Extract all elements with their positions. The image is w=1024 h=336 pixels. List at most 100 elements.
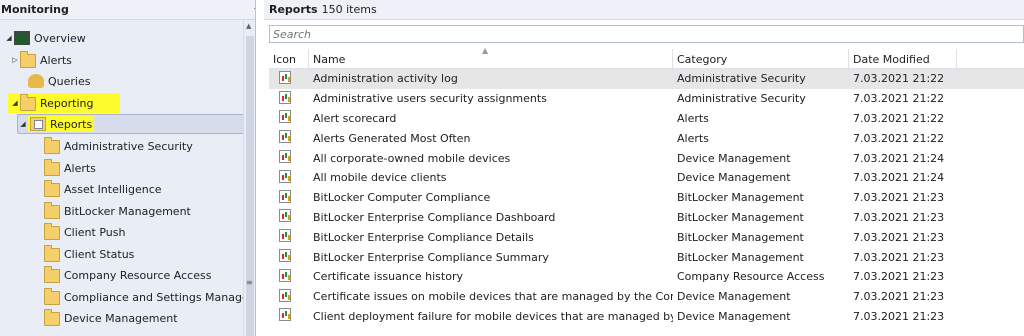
table-row[interactable]: All corporate-owned mobile devices Device… <box>269 148 1024 168</box>
tree-item-label: Administrative Security <box>64 139 193 153</box>
cell-category: Device Management <box>677 309 791 323</box>
nav-header: Monitoring <box>0 0 255 20</box>
nav-title: Monitoring <box>1 3 69 16</box>
folder-icon <box>44 223 60 240</box>
cell-name: BitLocker Computer Compliance <box>313 191 491 205</box>
cell-date: 7.03.2021 21:23 <box>853 230 945 244</box>
expand-arrow-icon[interactable]: ◢ <box>10 99 20 107</box>
collapsed-arrow-icon[interactable]: ▷ <box>10 56 20 64</box>
report-icon <box>279 249 291 263</box>
content-title: Reports <box>269 3 318 16</box>
tree-item-label: Overview <box>34 31 86 45</box>
report-icon-cell <box>269 150 309 166</box>
tree-item-administrative-security[interactable]: Administrative Security <box>44 136 193 156</box>
tree-item-label: Reporting <box>40 96 94 110</box>
cell-date: 7.03.2021 21:24 <box>853 171 945 185</box>
tree-item-reporting[interactable]: ◢ Reporting <box>8 93 120 113</box>
table-row[interactable]: BitLocker Computer Compliance BitLocker M… <box>269 188 1024 208</box>
cell-category: Alerts <box>677 131 709 145</box>
report-icon <box>279 150 291 164</box>
table-row[interactable]: BitLocker Enterprise Compliance Summary B… <box>269 247 1024 267</box>
tree-item-queries[interactable]: Queries <box>18 71 90 91</box>
cell-name: BitLocker Enterprise Compliance Summary <box>313 250 549 264</box>
report-icon-cell <box>269 288 309 305</box>
folder-icon <box>44 137 60 154</box>
column-header-date[interactable]: Date Modified <box>849 49 957 68</box>
column-header-category[interactable]: Category <box>673 49 849 68</box>
cell-name: BitLocker Enterprise Compliance Dashboar… <box>313 210 556 224</box>
cell-name: Administrative users security assignment… <box>313 92 547 106</box>
reports-table: ▲ Icon Name Category Date Modified Admin… <box>269 46 1024 327</box>
column-header-name[interactable]: Name <box>309 49 673 68</box>
cell-name: Client deployment failure for mobile dev… <box>313 309 673 323</box>
table-row[interactable]: Client deployment failure for mobile dev… <box>269 307 1024 327</box>
tree-item-label: Company Resource Access <box>64 268 212 282</box>
table-row[interactable]: BitLocker Enterprise Compliance Dashboar… <box>269 208 1024 228</box>
expand-arrow-icon[interactable]: ◢ <box>4 34 14 42</box>
cell-date: 7.03.2021 21:22 <box>853 72 945 86</box>
navigation-pane: Monitoring ◀ ◢ Overview ▷ Alerts Queries… <box>0 0 256 336</box>
tree-item-alerts[interactable]: ▷ Alerts <box>10 50 72 70</box>
tree-item-company-resource-access[interactable]: Company Resource Access <box>44 265 211 285</box>
report-icon <box>279 130 291 144</box>
tree-item-label: Asset Intelligence <box>64 182 162 196</box>
nav-scrollbar[interactable]: ▲ ≡ <box>243 20 255 336</box>
tree-item-asset-intelligence[interactable]: Asset Intelligence <box>44 179 162 199</box>
cell-name: Alerts Generated Most Often <box>313 131 471 145</box>
scroll-up-icon[interactable]: ▲ <box>246 22 251 30</box>
report-icon-cell <box>269 249 309 265</box>
report-icon <box>279 229 291 243</box>
report-icon-cell <box>269 308 309 324</box>
folder-icon <box>44 266 60 283</box>
folder-icon <box>44 180 60 197</box>
cell-category: BitLocker Management <box>677 210 804 224</box>
expand-arrow-icon[interactable]: ◢ <box>18 120 28 128</box>
report-icon-cell <box>269 70 309 87</box>
cell-date: 7.03.2021 21:24 <box>853 151 945 165</box>
folder-icon <box>20 94 36 111</box>
scrollbar-thumb[interactable] <box>246 36 254 336</box>
tree-item-overview[interactable]: ◢ Overview <box>4 28 86 48</box>
cell-category: Administrative Security <box>677 92 806 106</box>
cell-category: Alerts <box>677 111 709 125</box>
report-icon <box>279 288 291 302</box>
collapse-pane-icon[interactable]: ◀ <box>254 4 255 14</box>
report-icon <box>279 308 291 322</box>
cell-name: Certificate issuance history <box>313 270 463 284</box>
report-icon-cell <box>269 90 309 107</box>
tree-item-client-push[interactable]: Client Push <box>44 222 125 242</box>
tree-item-bitlocker-management[interactable]: BitLocker Management <box>44 201 191 221</box>
tree-item-reports[interactable]: ◢ Reports <box>17 114 245 134</box>
folder-icon <box>44 202 60 219</box>
search-input[interactable] <box>269 25 1024 43</box>
report-icon-cell <box>269 189 309 206</box>
tree-item-device-management[interactable]: Device Management <box>44 308 178 328</box>
tree-item-compliance-settings[interactable]: Compliance and Settings Management <box>44 287 255 307</box>
cell-name: Administration activity log <box>313 72 458 86</box>
table-row[interactable]: Certificate issues on mobile devices tha… <box>269 287 1024 307</box>
cell-name: Certificate issues on mobile devices tha… <box>313 290 673 304</box>
tree-item-client-status[interactable]: Client Status <box>44 244 134 264</box>
folder-icon <box>44 288 60 305</box>
report-icon <box>279 268 291 282</box>
table-row[interactable]: Alert scorecard Alerts 7.03.2021 21:22 <box>269 109 1024 129</box>
cell-category: BitLocker Management <box>677 250 804 264</box>
report-icon <box>279 110 291 124</box>
cell-date: 7.03.2021 21:22 <box>853 131 945 145</box>
cell-category: Device Management <box>677 171 791 185</box>
cell-date: 7.03.2021 21:23 <box>853 250 945 264</box>
cell-date: 7.03.2021 21:23 <box>853 270 945 284</box>
report-icon <box>279 209 291 223</box>
content-header: Reports 150 items <box>264 0 1024 20</box>
table-row[interactable]: All mobile device clients Device Manageme… <box>269 168 1024 188</box>
tree-item-alerts-sub[interactable]: Alerts <box>44 158 96 178</box>
table-row[interactable]: Administrative users security assignment… <box>269 89 1024 109</box>
tree-item-label: Client Status <box>64 247 135 261</box>
report-icon-cell <box>269 268 309 285</box>
table-row[interactable]: BitLocker Enterprise Compliance Details B… <box>269 227 1024 247</box>
table-row[interactable]: Administration activity log Administrativ… <box>269 69 1024 89</box>
table-row[interactable]: Certificate issuance history Company Reso… <box>269 267 1024 287</box>
column-header-icon[interactable]: Icon <box>269 49 309 68</box>
report-icon <box>279 90 291 104</box>
table-row[interactable]: Alerts Generated Most Often Alerts 7.03.20… <box>269 128 1024 148</box>
